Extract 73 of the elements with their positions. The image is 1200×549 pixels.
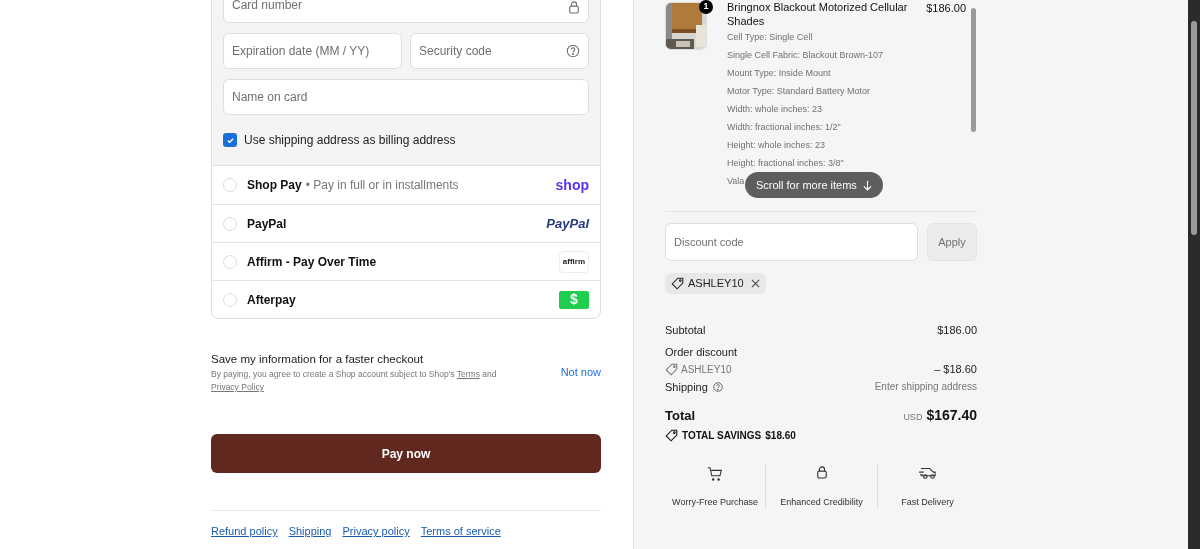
product-option: Single Cell Fabric: Blackout Brown-107 [727,46,884,64]
discount-code: ASHLEY10 [681,362,732,377]
discount-field[interactable]: Discount code [665,223,918,261]
scroll-hint-pill[interactable]: Scroll for more items [745,172,883,198]
product-option: Height: whole inches: 23 [727,136,826,154]
remove-icon[interactable] [750,279,760,288]
tag-icon [671,277,684,290]
summary-value: Enter shipping address [874,380,977,395]
affirm-logo: affirm [558,250,589,273]
discount-tag: ASHLEY10 [665,273,766,294]
savings-label: TOTAL SAVINGS [682,429,762,443]
summary-value: – $18.60 [934,362,977,377]
scrollbar-thumb[interactable] [1191,21,1197,235]
total-label: Total [665,406,696,425]
arrow-down-icon [862,179,872,191]
scrollbar-thumb[interactable] [971,8,976,132]
checkbox[interactable] [223,133,237,147]
check-icon [225,135,235,145]
apply-button[interactable]: Apply [927,223,977,261]
truck-icon [917,465,938,481]
save-info-text: By paying, you agree to create a Shop account subject to Shop's Terms and Privacy Policy [211,368,498,395]
lock-icon [568,0,580,14]
payment-name: Shop Pay [247,177,302,194]
product-price: $186.00 [926,1,966,16]
product-option: Cell Type: Single Cell [727,28,813,46]
product-option: Height: fractional inches: 3/8" [727,154,844,172]
lock-icon [815,465,828,479]
footer-link[interactable]: Shipping [288,523,332,540]
paypal-logo: PayPal [546,214,589,233]
total-value: $167.40 [926,406,977,425]
tags-icon [665,429,678,442]
summary-value: $186.00 [937,323,977,338]
product-option: Vala [727,172,745,190]
currency-code: USD [903,411,923,424]
payment-note: • Pay in full or in installments [305,177,459,194]
savings-value: $18.60 [765,429,796,443]
tag-icon [665,362,678,376]
input-field[interactable]: Name on card [223,79,589,115]
payment-option[interactable]: PayPal PayPal [212,204,600,242]
input-field[interactable]: Card number [223,0,589,23]
not-now-link[interactable]: Not now [560,364,601,381]
payment-name: Affirm - Pay Over Time [247,253,377,271]
badge-label: Worry-Free Purchase [672,495,758,509]
privacy-link[interactable]: Privacy Policy [211,382,264,393]
checkbox-label: Use shipping address as billing address [244,132,456,149]
payment-option[interactable]: Shop Pay • Pay in full or in installments shop [212,166,600,204]
payment-option[interactable]: Affirm - Pay Over Time affirm [212,242,600,280]
payment-option[interactable]: Afterpay $ [212,280,600,318]
quantity-badge: 1 [699,0,713,14]
summary-label: Order discount [665,344,738,360]
pay-now-button[interactable]: Pay now [211,434,601,474]
summary-label: Shipping [665,379,708,395]
product-option: Width: whole inches: 23 [727,100,823,118]
badge-label: Enhanced Credibility [780,495,863,509]
product-option: Mount Type: Inside Mount [727,64,831,82]
input-field[interactable]: Expiration date (MM / YY) [223,33,402,69]
footer-link[interactable]: Refund policy [211,523,278,540]
cash-logo: $ [559,290,589,309]
product-title: Bringnox Blackout Motorized Cellular Shades [727,0,909,28]
cart-icon [706,465,724,483]
payment-name: PayPal [247,215,287,233]
badge-label: Fast Delivery [901,495,954,509]
footer-link[interactable]: Privacy policy [342,523,410,540]
footer-link[interactable]: Terms of service [420,523,501,540]
help-icon [566,44,580,58]
terms-link[interactable]: Terms [456,369,480,380]
save-info-title: Save my information for a faster checkout [211,352,425,367]
input-field[interactable]: Security code [410,33,589,69]
shop-logo: shop [555,175,589,195]
product-option: Motor Type: Standard Battery Motor [727,82,870,100]
product-option: Width: fractional inches: 1/2" [727,118,841,136]
summary-label: Subtotal [665,323,706,338]
payment-name: Afterpay [247,291,296,309]
